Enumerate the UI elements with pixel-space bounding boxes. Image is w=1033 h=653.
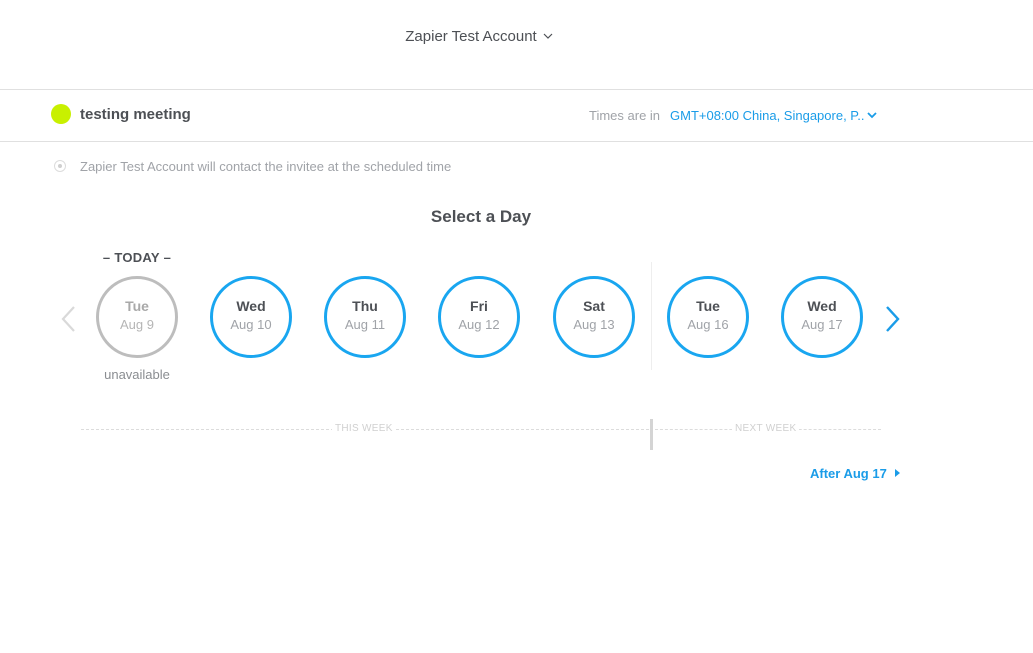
- day-date: Aug 9: [120, 317, 154, 332]
- next-week-arrow-icon[interactable]: [882, 304, 902, 334]
- event-name: testing meeting: [80, 106, 191, 123]
- event-color-dot: [51, 104, 71, 124]
- contact-radio-icon: [54, 160, 66, 172]
- day-date: Aug 12: [458, 317, 500, 332]
- after-date-label: After Aug 17: [810, 466, 887, 481]
- day-of-week: Tue: [125, 298, 149, 314]
- account-switcher[interactable]: Zapier Test Account: [0, 26, 958, 45]
- day-of-week: Fri: [470, 298, 488, 314]
- day-date: Aug 17: [801, 317, 843, 332]
- caret-right-icon: [894, 469, 900, 477]
- this-week-label: THIS WEEK: [332, 423, 396, 434]
- unavailable-label: unavailable: [104, 367, 170, 382]
- day-date: Aug 16: [687, 317, 729, 332]
- divider: [0, 89, 1033, 90]
- contact-info-text: Zapier Test Account will contact the inv…: [80, 159, 452, 174]
- day-sat-aug-13[interactable]: Sat Aug 13: [553, 276, 635, 358]
- day-date: Aug 11: [344, 317, 386, 332]
- select-day-title: Select a Day: [430, 207, 532, 226]
- week-separator: [650, 419, 653, 450]
- day-date: Aug 10: [230, 317, 272, 332]
- day-of-week: Sat: [583, 298, 605, 314]
- day-of-week: Wed: [807, 298, 837, 314]
- day-tue-aug-9: Tue Aug 9: [96, 276, 178, 358]
- timezone-label: Times are in: [589, 108, 661, 123]
- previous-week-arrow-icon[interactable]: [59, 304, 79, 334]
- day-tue-aug-16[interactable]: Tue Aug 16: [667, 276, 749, 358]
- week-divider: [651, 262, 652, 370]
- after-date-link[interactable]: After Aug 17: [810, 466, 900, 481]
- day-of-week: Tue: [696, 298, 720, 314]
- next-week-label: NEXT WEEK: [732, 423, 800, 434]
- day-wed-aug-10[interactable]: Wed Aug 10: [210, 276, 292, 358]
- scheduling-page: Zapier Test Account testing meeting Time…: [0, 0, 1033, 653]
- day-thu-aug-11[interactable]: Thu Aug 11: [324, 276, 406, 358]
- timezone-value: GMT+08:00 China, Singapore, P..: [670, 108, 865, 123]
- divider: [0, 141, 1033, 142]
- chevron-down-icon: [866, 107, 877, 122]
- day-wed-aug-17[interactable]: Wed Aug 17: [781, 276, 863, 358]
- timezone-select[interactable]: GMT+08:00 China, Singapore, P..: [670, 107, 877, 123]
- day-of-week: Thu: [352, 298, 378, 314]
- chevron-down-icon: [543, 26, 553, 43]
- account-name: Zapier Test Account: [405, 28, 537, 45]
- today-label: – TODAY –: [102, 250, 172, 265]
- day-date: Aug 13: [573, 317, 615, 332]
- day-of-week: Wed: [236, 298, 266, 314]
- day-fri-aug-12[interactable]: Fri Aug 12: [438, 276, 520, 358]
